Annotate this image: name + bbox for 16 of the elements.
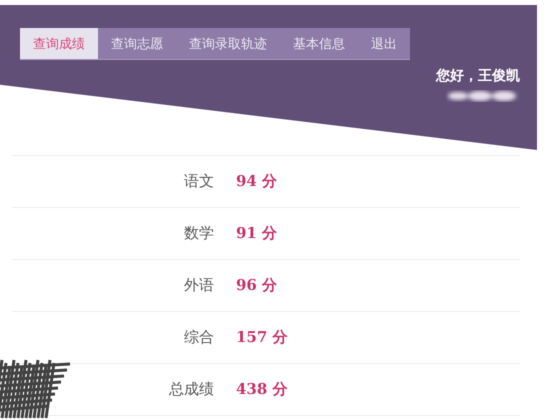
score-value: 91 分: [236, 224, 278, 243]
nav-tab[interactable]: 查询志愿: [98, 28, 176, 59]
subject-label: 语文: [184, 172, 214, 191]
score-value: 157 分: [236, 328, 289, 347]
nav-tab[interactable]: 退出: [358, 28, 410, 59]
score-value: 94 分: [236, 172, 278, 191]
nav-tab[interactable]: 基本信息: [280, 28, 358, 59]
subject-label: 总成绩: [169, 380, 214, 399]
subject-label: 外语: [184, 276, 214, 295]
score-value: 96 分: [236, 276, 278, 295]
greeting-text: 您好，王俊凯: [436, 67, 520, 85]
nav-tab[interactable]: 查询录取轨迹: [176, 28, 280, 59]
score-value: 438 分: [236, 380, 289, 399]
subject-label: 综合: [184, 328, 214, 347]
nav-tab[interactable]: 查询成绩: [20, 28, 98, 59]
subject-label: 数学: [184, 224, 214, 243]
